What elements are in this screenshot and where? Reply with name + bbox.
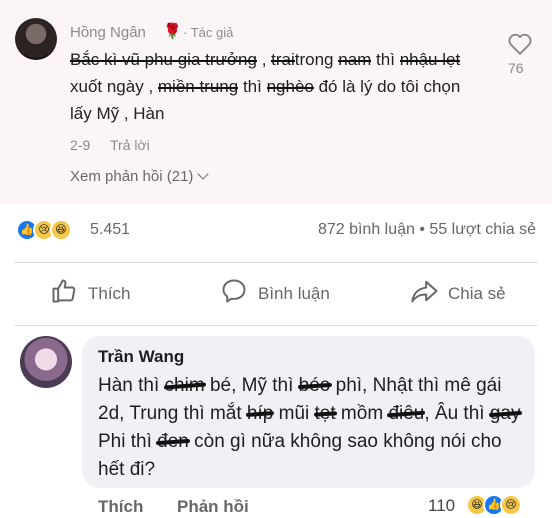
comment-text-part: Phi thì — [98, 431, 158, 452]
scribbled-word: điêu — [388, 403, 425, 424]
comment-icon — [222, 279, 246, 303]
scribbled-word: híp — [246, 403, 274, 424]
comment-text-part: Hàn thì — [98, 375, 165, 396]
author-badge: · Tác giả — [183, 25, 234, 40]
comment-time: 2-9 — [70, 137, 91, 153]
scribbled-word: chim — [164, 375, 205, 396]
comment-author[interactable]: Hồng Ngân — [70, 24, 146, 41]
comment-text-part: trong — [294, 50, 339, 69]
comment-text-part: , — [256, 50, 272, 69]
view-replies-label: Xem phản hồi (21) — [70, 168, 194, 185]
post-stats: 👍 😢 😆 5.451 872 bình luận • 55 lượt chia… — [0, 204, 552, 258]
comment-text-part: , Âu thì — [424, 403, 490, 424]
chevron-down-icon — [197, 168, 210, 180]
scribbled-word: gay — [489, 403, 521, 424]
struck-text: nghèo — [266, 77, 314, 96]
comment-bubble: Trần Wang Hàn thì chim bé, Mỹ thì béo ph… — [82, 336, 535, 488]
commenter-avatar[interactable] — [20, 336, 72, 388]
commenter-name[interactable]: Trần Wang — [98, 347, 184, 367]
struck-text: trai — [271, 50, 295, 69]
rose-icon: 🌹 — [163, 23, 182, 40]
comment-reply-button[interactable]: Phản hồi — [177, 497, 249, 517]
share-label: Chia sẻ — [448, 284, 506, 303]
struck-text: nhậu lẹt — [399, 50, 461, 69]
author-avatar[interactable] — [15, 18, 57, 60]
scribbled-word: tẹt — [314, 403, 336, 424]
comment-text-part: mồm — [335, 403, 389, 424]
comment-label: Bình luận — [258, 284, 330, 303]
like-count: 76 — [508, 60, 524, 76]
comment-share-count[interactable]: 872 bình luận • 55 lượt chia sẻ — [318, 221, 536, 239]
heart-icon[interactable] — [507, 32, 533, 56]
action-bar: Thích Bình luận Chia sẻ — [0, 263, 552, 325]
like-label: Thích — [88, 284, 131, 303]
scribbled-word: đen — [157, 431, 189, 452]
struck-text: miền trung — [157, 77, 239, 96]
scribbled-word: béo — [298, 375, 331, 396]
comment-text-part: bé, Mỹ thì — [204, 375, 299, 396]
reply-link[interactable]: Trả lời — [110, 137, 150, 153]
sad-icon: 😢 — [500, 494, 522, 516]
reaction-count[interactable]: 5.451 — [90, 221, 130, 239]
haha-icon: 😆 — [50, 219, 72, 241]
reaction-summary[interactable]: 👍 😢 😆 — [16, 219, 86, 243]
comment-text-part: thì — [238, 77, 267, 96]
comment-like-button[interactable]: Thích — [98, 497, 143, 517]
view-replies-link[interactable]: Xem phản hồi (21) — [70, 168, 210, 185]
struck-text: nam — [338, 50, 372, 69]
comment-text-part: mũi — [273, 403, 315, 424]
comment-text: Hàn thì chim bé, Mỹ thì béo phì, Nhật th… — [98, 372, 530, 484]
share-icon — [411, 280, 438, 303]
thumbs-up-icon — [52, 279, 76, 303]
divider — [14, 325, 538, 326]
comment-text-part: xuốt ngày , — [70, 77, 158, 96]
top-comment: Hồng Ngân 🌹 · Tác giả Bắc kì vũ phu gia … — [0, 0, 552, 204]
struck-text: Bắc kì vũ phu gia trưởng — [70, 50, 257, 69]
comment-reactions[interactable]: 😆 👍 😢 — [466, 494, 536, 518]
comment-text-part: thì — [371, 50, 400, 69]
comment-reaction-count[interactable]: 110 — [428, 496, 455, 516]
comment-text: Bắc kì vũ phu gia trưởng , traitrong nam… — [70, 46, 480, 127]
